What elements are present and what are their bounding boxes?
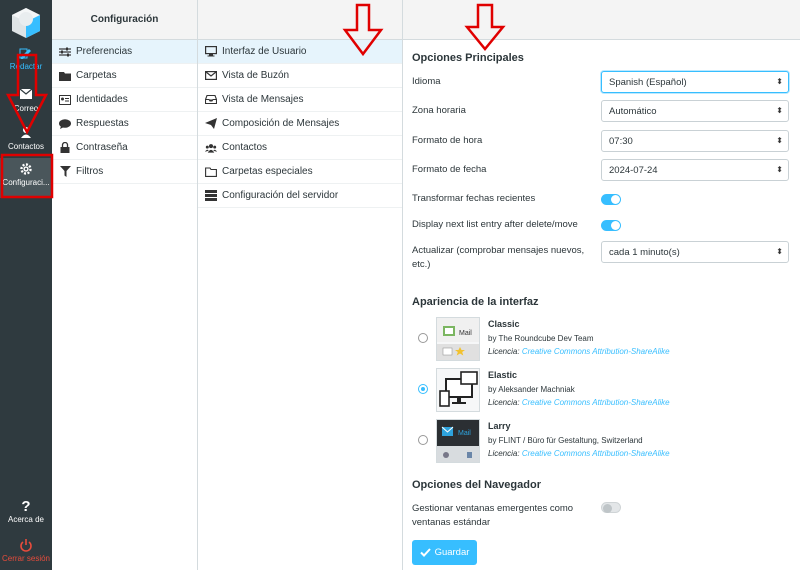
settings-highlight-box bbox=[0, 153, 54, 199]
red-annotation-overlay bbox=[0, 3, 506, 199]
content-down-arrow bbox=[464, 3, 506, 51]
col2-down-arrow bbox=[342, 3, 384, 57]
nav-down-arrow bbox=[5, 53, 49, 135]
